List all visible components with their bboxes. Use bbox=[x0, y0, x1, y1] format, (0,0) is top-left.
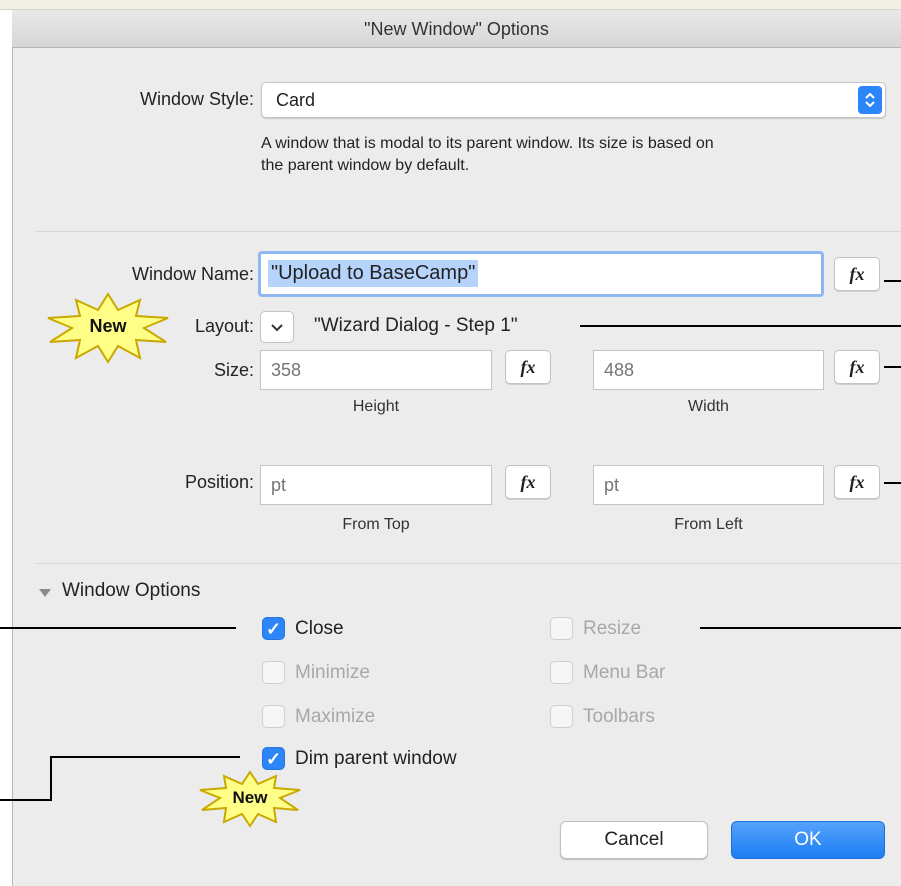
callout-line bbox=[50, 756, 240, 758]
dim-parent-label: Dim parent window bbox=[295, 748, 457, 769]
resize-label: Resize bbox=[583, 618, 642, 639]
top-frame-strip bbox=[0, 0, 901, 10]
callout-line bbox=[580, 325, 901, 327]
layout-value: "Wizard Dialog - Step 1" bbox=[314, 315, 518, 336]
width-caption: Width bbox=[688, 398, 729, 415]
layout-label: Layout: bbox=[194, 316, 254, 336]
window-style-value: Card bbox=[276, 90, 316, 110]
callout-line bbox=[0, 799, 52, 801]
window-style-popup[interactable]: Card bbox=[261, 82, 886, 118]
from-left-field[interactable] bbox=[593, 465, 824, 505]
callout-line bbox=[884, 482, 901, 484]
dim-parent-checkbox[interactable]: ✓ bbox=[262, 747, 285, 770]
window-name-field[interactable]: "Upload to BaseCamp" bbox=[258, 251, 824, 297]
window-style-description: A window that is modal to its parent win… bbox=[261, 133, 714, 177]
separator bbox=[35, 231, 901, 232]
chevron-down-icon bbox=[271, 324, 283, 332]
maximize-checkbox[interactable] bbox=[262, 705, 285, 728]
width-field[interactable] bbox=[593, 350, 824, 390]
toolbars-checkbox[interactable] bbox=[550, 705, 573, 728]
window-style-label: Window Style: bbox=[139, 89, 254, 109]
from-top-field[interactable] bbox=[260, 465, 492, 505]
callout-line bbox=[700, 627, 901, 629]
height-field[interactable] bbox=[260, 350, 492, 390]
callout-line bbox=[884, 280, 901, 282]
position-label: Position: bbox=[184, 472, 254, 492]
from-top-caption: From Top bbox=[342, 516, 410, 533]
window-name-label: Window Name: bbox=[131, 264, 254, 284]
new-badge-label: New bbox=[89, 316, 127, 336]
callout-line bbox=[884, 366, 901, 368]
window-name-fx-button[interactable]: fx bbox=[834, 257, 880, 291]
minimize-checkbox[interactable] bbox=[262, 661, 285, 684]
toolbars-label: Toolbars bbox=[583, 706, 655, 727]
window-style-description-line: A window that is modal to its parent win… bbox=[261, 135, 714, 152]
callout-line bbox=[50, 756, 52, 801]
callout-line bbox=[0, 627, 236, 629]
from-left-fx-button[interactable]: fx bbox=[834, 465, 880, 499]
disclosure-triangle-icon bbox=[38, 586, 52, 604]
width-fx-button[interactable]: fx bbox=[834, 350, 880, 384]
window-title: "New Window" Options bbox=[12, 10, 901, 48]
size-label: Size: bbox=[213, 360, 254, 380]
from-top-fx-button[interactable]: fx bbox=[505, 465, 551, 499]
new-badge-label: New bbox=[232, 788, 268, 807]
menu-bar-label: Menu Bar bbox=[583, 662, 666, 683]
close-checkbox[interactable]: ✓ bbox=[262, 617, 285, 640]
cancel-button[interactable]: Cancel bbox=[560, 821, 708, 859]
window-options-header: Window Options bbox=[62, 580, 201, 601]
layout-dropdown-button[interactable] bbox=[260, 311, 294, 343]
separator bbox=[35, 563, 901, 564]
window-style-description-line: the parent window by default. bbox=[261, 157, 470, 174]
ok-button[interactable]: OK bbox=[731, 821, 885, 859]
minimize-label: Minimize bbox=[295, 662, 370, 683]
close-label: Close bbox=[295, 618, 344, 639]
maximize-label: Maximize bbox=[295, 706, 376, 727]
resize-checkbox[interactable] bbox=[550, 617, 573, 640]
chevron-updown-icon bbox=[858, 86, 882, 114]
height-fx-button[interactable]: fx bbox=[505, 350, 551, 384]
from-left-caption: From Left bbox=[674, 516, 743, 533]
menu-bar-checkbox[interactable] bbox=[550, 661, 573, 684]
window-name-value: "Upload to BaseCamp" bbox=[268, 260, 479, 287]
height-caption: Height bbox=[352, 398, 400, 415]
